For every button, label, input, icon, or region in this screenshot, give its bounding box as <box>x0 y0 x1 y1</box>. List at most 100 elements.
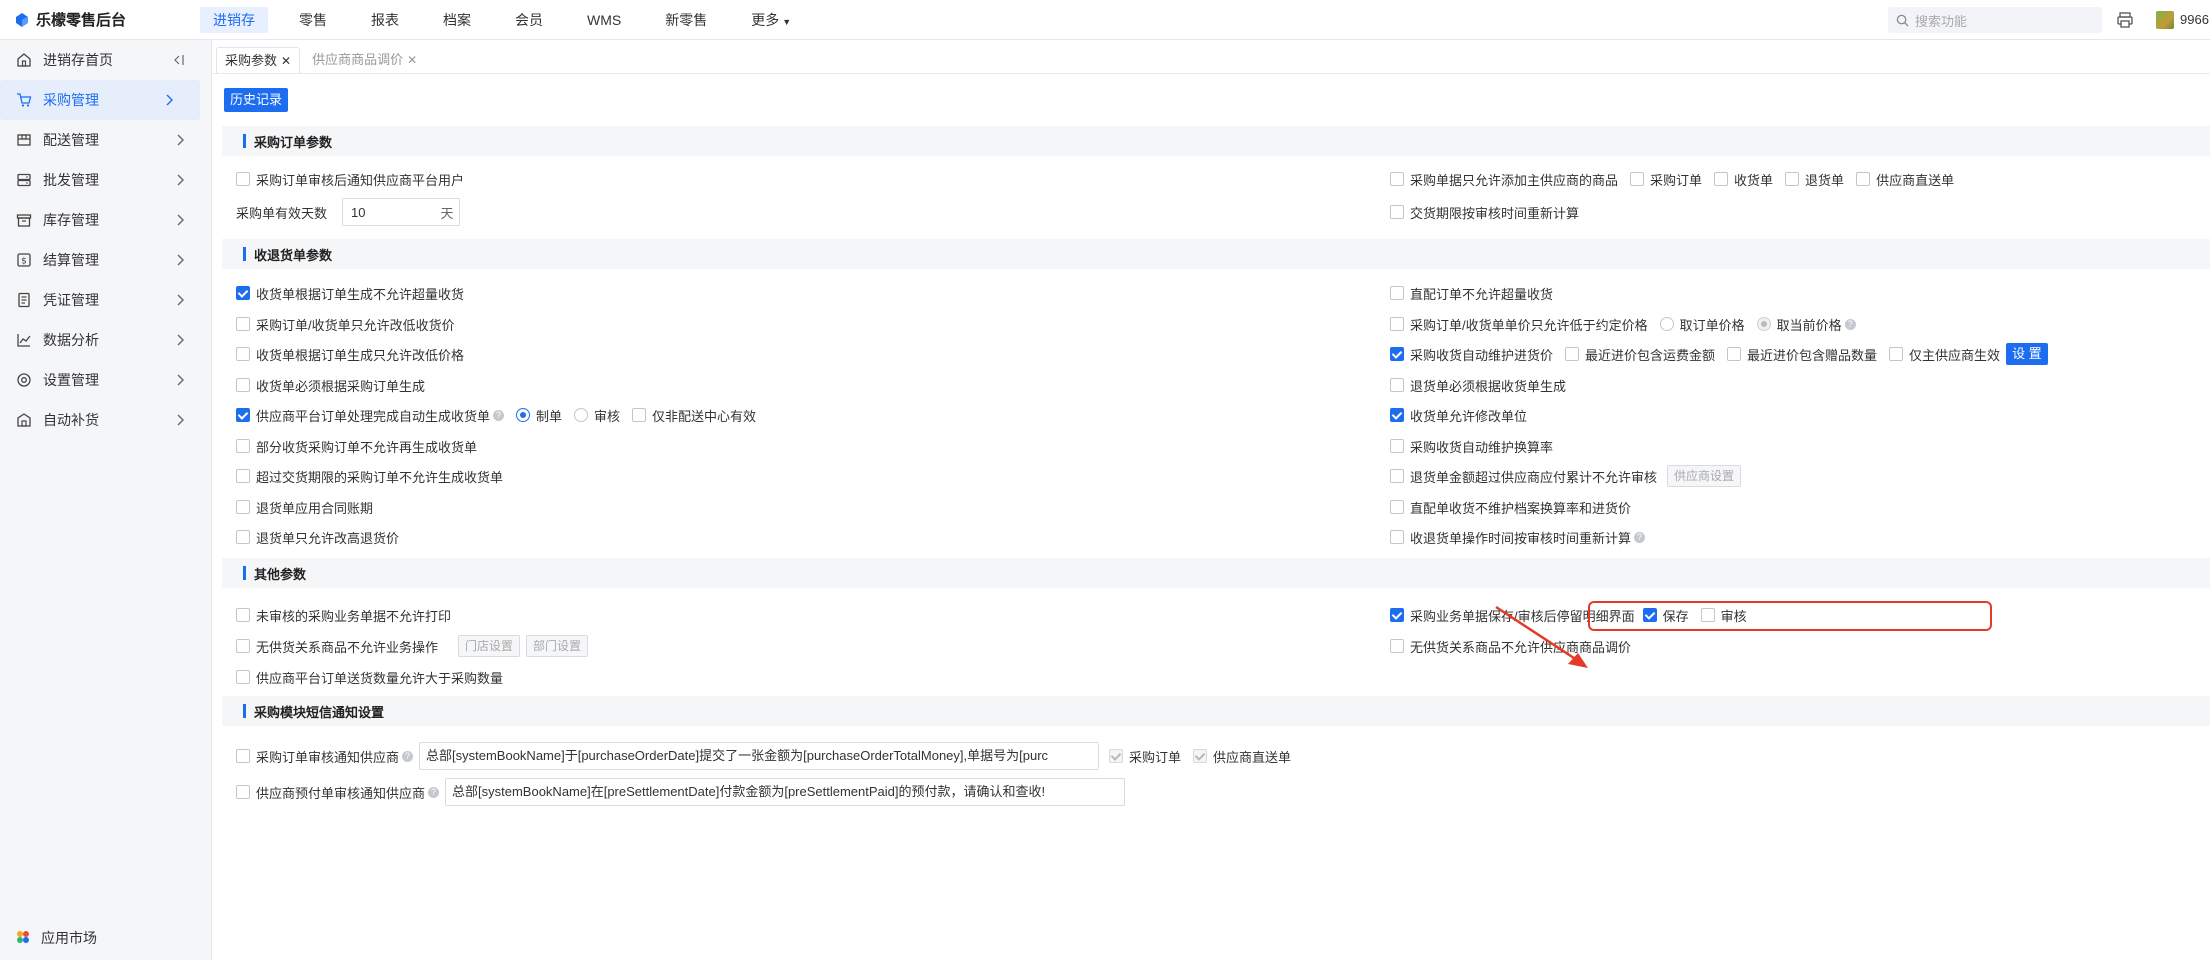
checkbox[interactable] <box>1390 347 1404 361</box>
checkbox[interactable] <box>236 469 250 483</box>
checkbox[interactable] <box>1390 286 1404 300</box>
checkbox[interactable] <box>236 439 250 453</box>
option-only-nondist[interactable]: 仅非配送中心有效 <box>632 406 756 425</box>
radio[interactable] <box>574 408 589 422</box>
option-no-over-receive[interactable]: 收货单根据订单生成不允许超量收货 <box>236 283 464 303</box>
sidebar-item-settlement[interactable]: $ 结算管理 <box>0 240 211 280</box>
option-sms-direct[interactable]: 供应商直送单 <box>1193 747 1291 766</box>
checkbox[interactable] <box>1390 408 1404 422</box>
store-settings-button[interactable]: 门店设置 <box>458 635 521 657</box>
option-return-higher-price[interactable]: 退货单只允许改高退货价 <box>236 527 399 547</box>
option-doc-purchase-order[interactable]: 采购订单 <box>1630 170 1702 189</box>
option-order-lower-price[interactable]: 收货单根据订单生成只允许改低价格 <box>236 344 464 364</box>
option-auto-generate-receipt[interactable]: 供应商平台订单处理完成自动生成收货单? 制单 审核 仅非配送中心有效 <box>236 405 756 425</box>
checkbox[interactable] <box>1565 347 1580 361</box>
radio[interactable] <box>1659 317 1674 331</box>
option-return-from-receipt[interactable]: 退货单必须根据收货单生成 <box>1390 375 1566 395</box>
checkbox[interactable] <box>1390 469 1404 483</box>
option-doc-direct[interactable]: 供应商直送单 <box>1856 170 1954 189</box>
checkbox[interactable] <box>236 608 250 622</box>
option-doc-receipt[interactable]: 收货单 <box>1714 170 1773 189</box>
option-overdue-no-generate[interactable]: 超过交货期限的采购订单不允许生成收货单 <box>236 466 503 486</box>
topnav-reports[interactable]: 报表 <box>358 7 412 33</box>
checkbox[interactable] <box>1390 172 1404 186</box>
checkbox[interactable] <box>236 530 250 544</box>
radio-take-order-price[interactable]: 取订单价格 <box>1659 315 1745 334</box>
dept-settings-button[interactable]: 部门设置 <box>526 635 589 657</box>
option-doc-return[interactable]: 退货单 <box>1785 170 1844 189</box>
option-return-time-recalc[interactable]: 收退货单操作时间按审核时间重新计算? <box>1390 527 1646 547</box>
checkbox[interactable] <box>1390 317 1404 331</box>
option-recent-freight[interactable]: 最近进价包含运费金额 <box>1565 345 1715 364</box>
avatar[interactable] <box>2156 11 2174 29</box>
topnav-member[interactable]: 会员 <box>502 7 556 33</box>
help-icon[interactable]: ? <box>428 786 440 798</box>
checkbox[interactable] <box>236 172 250 186</box>
option-partial-no-regenerate[interactable]: 部分收货采购订单不允许再生成收货单 <box>236 436 477 456</box>
checkbox[interactable] <box>236 347 250 361</box>
checkbox[interactable] <box>236 317 250 331</box>
checkbox[interactable] <box>1390 205 1404 219</box>
tab-purchase-params[interactable]: 采购参数 ✕ <box>216 47 301 73</box>
option-recalc-delivery[interactable]: 交货期限按审核时间重新计算 <box>1390 202 1579 222</box>
sidebar-item-purchase[interactable]: 采购管理 <box>0 80 200 120</box>
radio[interactable] <box>516 408 531 422</box>
supplier-settings-button[interactable]: 供应商设置 <box>1667 465 1742 487</box>
checkbox[interactable] <box>1785 172 1800 186</box>
user-name[interactable]: 9966 <box>2180 12 2209 27</box>
order-sms-template-input[interactable]: 总部[systemBookName]于[purchaseOrderDate]提交… <box>419 742 1100 770</box>
option-no-relation-op[interactable]: 无供货关系商品不允许业务操作 门店设置 部门设置 <box>236 635 589 657</box>
sidebar-item-voucher[interactable]: 凭证管理 <box>0 280 211 320</box>
checkbox[interactable] <box>1390 639 1404 653</box>
option-auto-conversion[interactable]: 采购收货自动维护换算率 <box>1390 436 1553 456</box>
printer-icon[interactable] <box>2116 11 2134 29</box>
checkbox[interactable] <box>1390 530 1404 544</box>
checkbox[interactable] <box>236 670 250 684</box>
sidebar-item-auto-replenish[interactable]: 自动补货 <box>0 400 211 440</box>
topnav-new-retail[interactable]: 新零售 <box>652 7 720 33</box>
radio-audit[interactable]: 审核 <box>574 406 620 425</box>
option-order-sms-notify[interactable]: 采购订单审核通知供应商? 总部[systemBookName]于[purchas… <box>236 742 1291 770</box>
sidebar-item-inventory-home[interactable]: 进销存首页 <box>0 40 211 80</box>
option-sms-purchase-order[interactable]: 采购订单 <box>1109 747 1181 766</box>
close-icon[interactable]: ✕ <box>281 54 291 68</box>
checkbox[interactable] <box>236 749 250 763</box>
checkbox[interactable] <box>1390 439 1404 453</box>
checkbox[interactable] <box>236 500 250 514</box>
checkbox[interactable] <box>1390 500 1404 514</box>
topnav-retail[interactable]: 零售 <box>286 7 340 33</box>
radio[interactable] <box>1756 317 1771 331</box>
checkbox[interactable] <box>1630 172 1645 186</box>
option-prepay-sms-notify[interactable]: 供应商预付单审核通知供应商? 总部[systemBookName]在[preSe… <box>236 778 1126 806</box>
close-icon[interactable]: ✕ <box>407 53 417 67</box>
sidebar-item-analytics[interactable]: 数据分析 <box>0 320 211 360</box>
option-main-supplier-only[interactable]: 仅主供应商生效 <box>1889 345 2000 364</box>
checkbox[interactable] <box>632 408 647 422</box>
checkbox[interactable] <box>1856 172 1871 186</box>
option-direct-no-maintain[interactable]: 直配单收货不维护档案换算率和进货价 <box>1390 497 1631 517</box>
sidebar-app-market[interactable]: 应用市场 <box>15 928 97 948</box>
topnav-inventory[interactable]: 进销存 <box>200 6 268 33</box>
checkbox[interactable] <box>1193 749 1208 763</box>
option-modify-unit[interactable]: 收货单允许修改单位 <box>1390 405 1527 425</box>
tab-supplier-price-adjust[interactable]: 供应商商品调价 ✕ <box>304 47 425 73</box>
option-notify-supplier[interactable]: 采购订单审核后通知供应商平台用户 <box>236 169 464 189</box>
sidebar-item-inventory[interactable]: 库存管理 <box>0 200 211 240</box>
help-icon[interactable]: ? <box>1844 318 1856 330</box>
option-return-exceed-payable[interactable]: 退货单金额超过供应商应付累计不允许审核 供应商设置 <box>1390 465 1742 487</box>
option-allow-exceed-qty[interactable]: 供应商平台订单送货数量允许大于采购数量 <box>236 667 503 687</box>
checkbox[interactable] <box>1390 608 1404 622</box>
checkbox[interactable] <box>236 286 250 300</box>
option-return-contract-period[interactable]: 退货单应用合同账期 <box>236 497 373 517</box>
option-auto-maintain-price[interactable]: 采购收货自动维护进货价 最近进价包含运费金额 最近进价包含赠品数量 仅主供应商生… <box>1390 343 2048 365</box>
checkbox[interactable] <box>236 408 250 422</box>
option-only-lower-price[interactable]: 采购订单/收货单只允许改低收货价 <box>236 314 455 334</box>
option-no-print-unaudited[interactable]: 未审核的采购业务单据不允许打印 <box>236 605 451 625</box>
help-icon[interactable]: ? <box>1634 531 1646 543</box>
settings-button[interactable]: 设 置 <box>2006 343 2048 365</box>
checkbox[interactable] <box>1109 749 1124 763</box>
history-button[interactable]: 历史记录 <box>224 88 289 112</box>
option-recent-gift[interactable]: 最近进价包含赠品数量 <box>1727 345 1877 364</box>
topnav-archive[interactable]: 档案 <box>430 7 484 33</box>
checkbox[interactable] <box>1714 172 1729 186</box>
